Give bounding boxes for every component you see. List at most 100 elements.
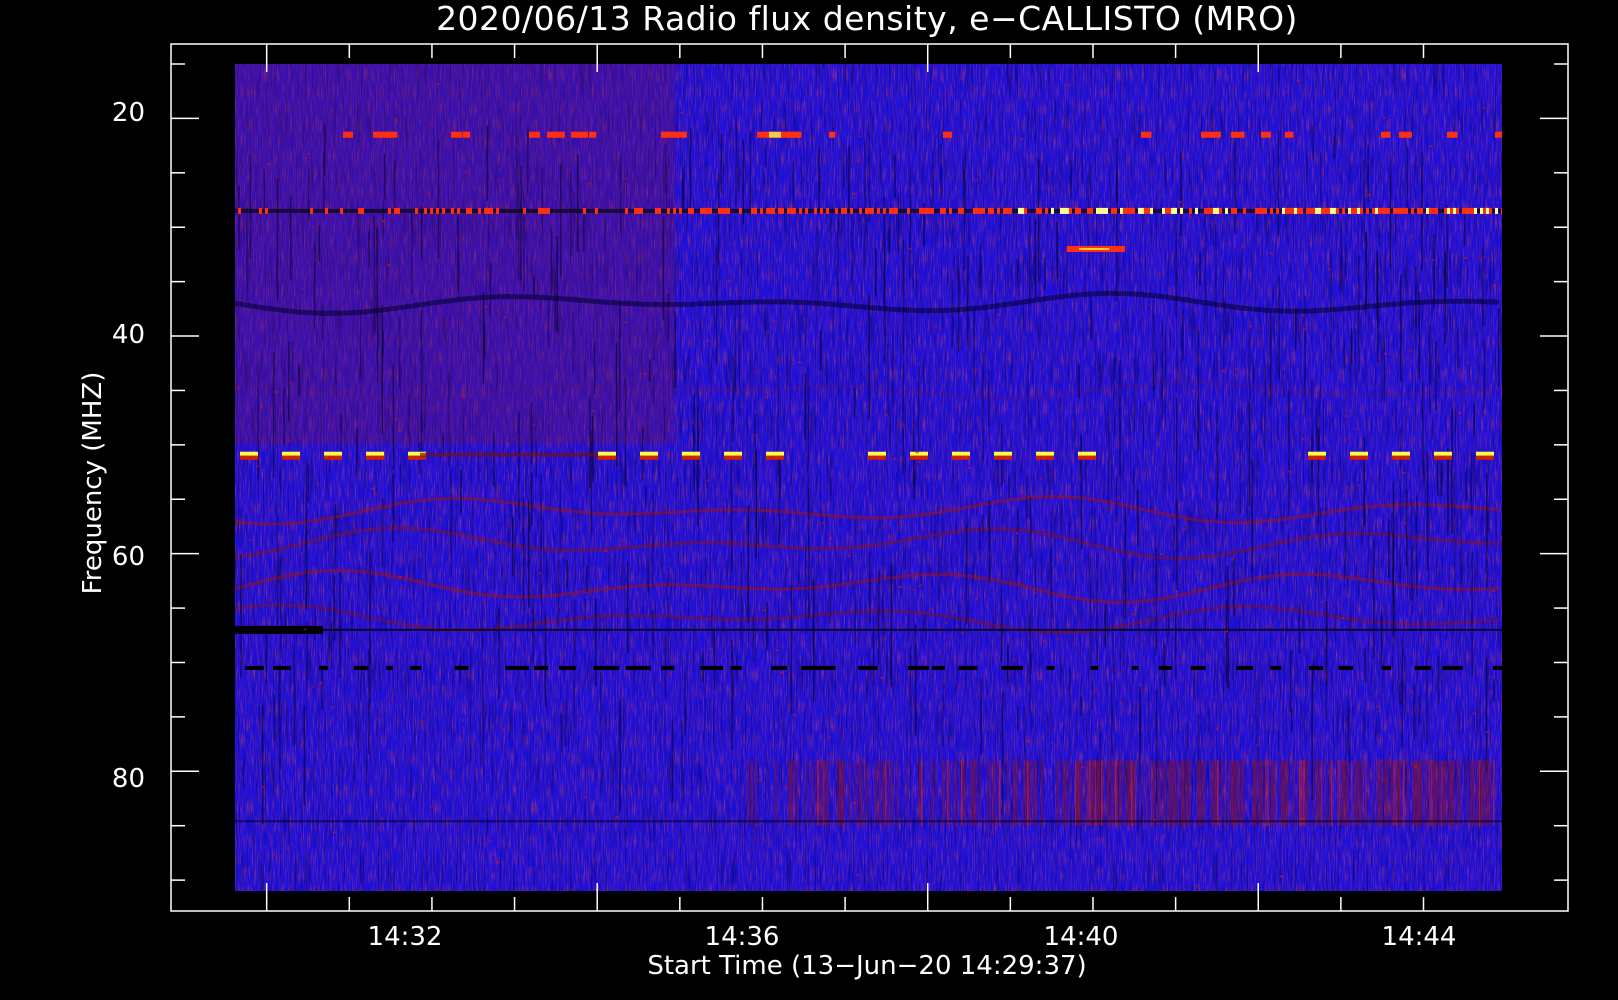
- interference-pixel: [1168, 207, 1171, 214]
- noise-speckle: [912, 588, 916, 591]
- noise-speckle: [399, 576, 403, 578]
- dark-striation: [755, 477, 757, 528]
- dark-striation: [541, 168, 543, 228]
- noise-speckle: [1345, 486, 1349, 489]
- dark-dash: [625, 665, 651, 670]
- noise-speckle: [311, 226, 315, 229]
- interference-dash: [598, 451, 616, 456]
- interference-dash: [1434, 451, 1452, 456]
- noise-speckle: [1225, 630, 1229, 633]
- dark-striation: [411, 212, 413, 295]
- noise-speckle: [248, 539, 252, 541]
- broadband-emission-strand: [1077, 760, 1079, 826]
- dark-striation: [321, 668, 323, 710]
- broadband-emission-strand: [1133, 760, 1135, 826]
- dark-striation: [1176, 500, 1178, 591]
- dark-striation: [257, 387, 259, 478]
- dark-striation: [878, 569, 880, 665]
- dark-striation: [527, 128, 529, 196]
- dark-striation: [1436, 458, 1439, 497]
- interference-pixel: [1399, 207, 1402, 214]
- dark-striation: [560, 163, 562, 277]
- noise-speckle: [852, 802, 856, 805]
- noise-speckle: [1472, 712, 1476, 715]
- dark-striation: [830, 476, 832, 502]
- broadband-emission-strand: [1319, 760, 1321, 826]
- broadband-emission-strand: [1025, 760, 1027, 826]
- broadband-emission-strand: [1121, 760, 1123, 826]
- dark-striation: [368, 650, 370, 754]
- x-tick-label-1444: 14:44: [1382, 922, 1457, 952]
- interference-pixel: [1462, 207, 1465, 214]
- dark-striation: [307, 464, 309, 504]
- noise-speckle: [588, 182, 592, 185]
- noise-speckle: [274, 391, 278, 393]
- noise-speckle: [1214, 696, 1218, 699]
- interference-pixel: [340, 207, 343, 214]
- dark-striation: [1277, 131, 1280, 236]
- interference-pixel: [1420, 207, 1423, 214]
- interference-dash: [324, 451, 342, 456]
- interference-pixel: [1405, 207, 1408, 214]
- dark-striation: [1070, 159, 1072, 198]
- noise-speckle: [1071, 201, 1075, 204]
- interference-pixel: [496, 207, 499, 214]
- noise-speckle: [387, 183, 391, 185]
- dark-striation: [851, 231, 853, 293]
- dark-striation: [554, 269, 556, 329]
- spectrogram-chart: 2020/06/13 Radio flux density, e−CALLIST…: [78, 0, 1569, 981]
- broadband-emission-strand: [1329, 760, 1331, 826]
- noise-speckle: [394, 418, 398, 421]
- interference-dash: [1476, 451, 1494, 456]
- dark-striation: [882, 552, 884, 649]
- noise-speckle: [390, 698, 394, 701]
- interference-pixel: [1210, 207, 1213, 214]
- dark-striation: [779, 456, 781, 499]
- broadband-emission-strand: [827, 760, 829, 826]
- dark-striation: [1350, 328, 1353, 364]
- dark-striation: [1017, 706, 1019, 731]
- noise-speckle: [1181, 154, 1185, 157]
- dark-striation: [1429, 325, 1431, 414]
- noise-speckle: [497, 178, 501, 181]
- broadband-emission-strand: [1471, 760, 1473, 826]
- interference-pixel: [1234, 207, 1237, 214]
- noise-speckle: [764, 839, 768, 842]
- broadband-emission-strand: [935, 760, 937, 826]
- broadband-emission-strand: [1107, 760, 1109, 826]
- dark-striation: [381, 498, 384, 567]
- dark-striation: [1000, 588, 1003, 663]
- interference-dash: [240, 451, 258, 456]
- dark-striation: [394, 161, 396, 215]
- broadband-emission-strand: [1287, 760, 1289, 826]
- dark-striation: [544, 612, 547, 707]
- interference-pixel: [385, 131, 398, 138]
- broadband-emission-strand: [841, 760, 843, 826]
- dark-dash: [771, 665, 787, 670]
- interference-pixel: [541, 207, 544, 214]
- dark-striation: [339, 572, 341, 679]
- interference-dash: [868, 455, 886, 460]
- dark-striation: [1182, 310, 1184, 362]
- dark-striation: [749, 131, 752, 217]
- broadband-emission-strand: [825, 760, 827, 826]
- noise-speckle: [967, 467, 971, 469]
- broadband-emission-strand: [1115, 760, 1117, 826]
- noise-speckle: [829, 736, 833, 739]
- interference-pixel: [1009, 207, 1012, 214]
- noise-speckle: [375, 604, 379, 607]
- noise-speckle: [1231, 558, 1235, 561]
- broadband-emission-strand: [1095, 760, 1097, 826]
- interference-pixel: [787, 131, 802, 138]
- dark-striation: [1413, 685, 1416, 740]
- dark-striation: [489, 263, 492, 317]
- noise-speckle: [532, 423, 536, 426]
- dark-striation: [897, 192, 900, 253]
- interference-pixel: [655, 207, 658, 214]
- broadband-emission-strand: [1325, 760, 1327, 826]
- interference-pixel: [1354, 207, 1357, 214]
- broadband-emission-strand: [1211, 760, 1213, 826]
- broadband-emission-strand: [1439, 760, 1441, 826]
- broadband-emission-strand: [1101, 760, 1103, 826]
- noise-speckle: [1248, 325, 1252, 328]
